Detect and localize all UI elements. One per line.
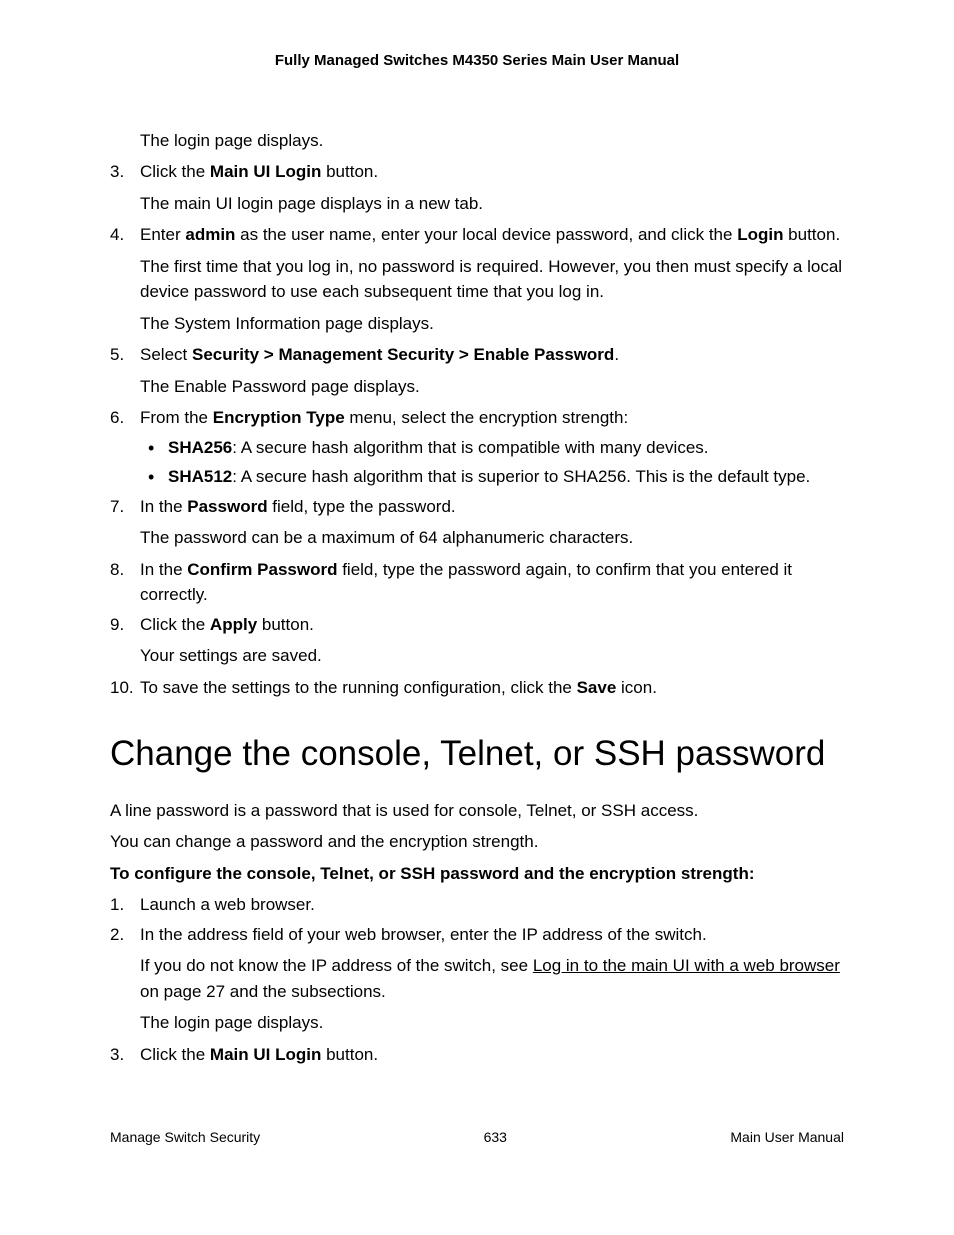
- step-6: 6. From the Encryption Type menu, select…: [110, 405, 844, 490]
- option-sha512: SHA512: A secure hash algorithm that is …: [140, 464, 844, 490]
- step-text: In the Confirm Password field, type the …: [140, 560, 792, 605]
- step-text: To save the settings to the running conf…: [140, 678, 657, 697]
- step-number: 7.: [110, 494, 124, 520]
- step-number: 1.: [110, 892, 124, 918]
- step-text: Click the Apply button.: [140, 615, 314, 634]
- step-4: 4. Enter admin as the user name, enter y…: [110, 222, 844, 336]
- step-text: Click the Main UI Login button.: [140, 1045, 378, 1064]
- step-9: 9. Click the Apply button. Your settings…: [110, 612, 844, 669]
- step-text: Select Security > Management Security > …: [140, 345, 619, 364]
- page-header: Fully Managed Switches M4350 Series Main…: [110, 50, 844, 73]
- step-number: 3.: [110, 159, 124, 185]
- page-footer: Manage Switch Security 633 Main User Man…: [110, 1127, 844, 1148]
- step-3: 3. Click the Main UI Login button. The m…: [110, 159, 844, 216]
- step-result: The main UI login page displays in a new…: [140, 191, 844, 217]
- section-heading: Change the console, Telnet, or SSH passw…: [110, 732, 844, 776]
- step-number: 2.: [110, 922, 124, 948]
- step-10: 10. To save the settings to the running …: [110, 675, 844, 701]
- step-5: 5. Select Security > Management Security…: [110, 342, 844, 399]
- step-number: 5.: [110, 342, 124, 368]
- step-result: The System Information page displays.: [140, 311, 844, 337]
- step-note: The password can be a maximum of 64 alph…: [140, 525, 844, 551]
- step-note: The first time that you log in, no passw…: [140, 254, 844, 305]
- step-3: 3. Click the Main UI Login button.: [110, 1042, 844, 1068]
- footer-left: Manage Switch Security: [110, 1127, 260, 1148]
- cross-reference-link[interactable]: Log in to the main UI with a web browser: [533, 956, 840, 975]
- step-2: 2. In the address field of your web brow…: [110, 922, 844, 1036]
- step-text: From the Encryption Type menu, select th…: [140, 408, 628, 427]
- procedure-lead: To configure the console, Telnet, or SSH…: [110, 861, 844, 887]
- step-number: 9.: [110, 612, 124, 638]
- step-text: In the Password field, type the password…: [140, 497, 456, 516]
- step-1: 1. Launch a web browser.: [110, 892, 844, 918]
- step-result: Your settings are saved.: [140, 643, 844, 669]
- step-result: The Enable Password page displays.: [140, 374, 844, 400]
- section-paragraph: A line password is a password that is us…: [110, 798, 844, 824]
- footer-page-number: 633: [484, 1127, 507, 1148]
- encryption-options: SHA256: A secure hash algorithm that is …: [140, 435, 844, 490]
- section-paragraph: You can change a password and the encryp…: [110, 829, 844, 855]
- step-8: 8. In the Confirm Password field, type t…: [110, 557, 844, 608]
- step-number: 10.: [110, 675, 134, 701]
- procedure-steps-1: 3. Click the Main UI Login button. The m…: [110, 159, 844, 700]
- step-number: 4.: [110, 222, 124, 248]
- step-text: Enter admin as the user name, enter your…: [140, 225, 840, 244]
- step-result: The login page displays.: [140, 128, 844, 154]
- step-note: If you do not know the IP address of the…: [140, 953, 844, 1004]
- step-text: In the address field of your web browser…: [140, 925, 707, 944]
- step-7: 7. In the Password field, type the passw…: [110, 494, 844, 551]
- step-text: Click the Main UI Login button.: [140, 162, 378, 181]
- procedure-steps-2: 1. Launch a web browser. 2. In the addre…: [110, 892, 844, 1067]
- step-number: 8.: [110, 557, 124, 583]
- footer-right: Main User Manual: [730, 1127, 844, 1148]
- step-number: 3.: [110, 1042, 124, 1068]
- step-number: 6.: [110, 405, 124, 431]
- option-sha256: SHA256: A secure hash algorithm that is …: [140, 435, 844, 461]
- step-result: The login page displays.: [140, 1010, 844, 1036]
- step-text: Launch a web browser.: [140, 895, 315, 914]
